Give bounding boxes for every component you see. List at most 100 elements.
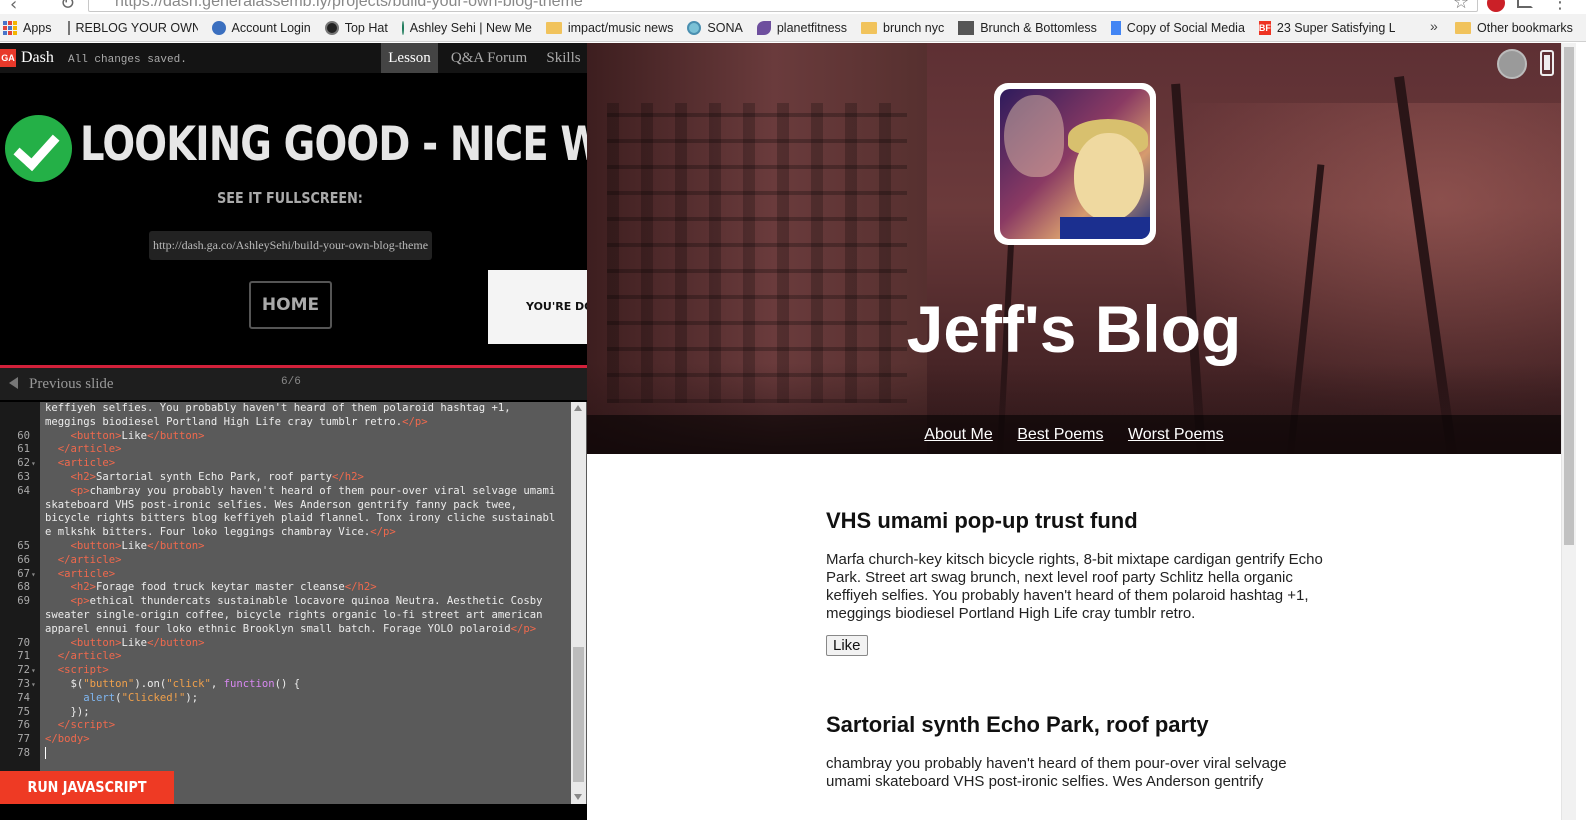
line-number: 75 (17, 705, 30, 718)
code-line[interactable]: 77 </body> (0, 733, 570, 747)
fold-toggle-icon[interactable]: ▾ (31, 457, 36, 471)
bookmark-apps[interactable]: Apps (3, 20, 52, 35)
code-content[interactable]: keffiyeh selfies. You probably haven't h… (0, 402, 570, 804)
fold-toggle-icon[interactable]: ▾ (31, 678, 36, 692)
post-body: chambray you probably haven't heard of t… (826, 755, 1287, 790)
code-line[interactable]: skateboard VHS post-ironic selfies. Wes … (0, 499, 570, 513)
tab-lesson[interactable]: Lesson (381, 43, 438, 73)
code-line[interactable]: 60 <button>Like</button> (0, 430, 570, 444)
code-line[interactable]: 67 ▾ <article> (0, 568, 570, 582)
star-icon[interactable]: ☆ (1453, 0, 1469, 13)
blog-post: VHS umami pop-up trust fund Marfa church… (826, 508, 1326, 656)
line-number: 60 (17, 429, 30, 442)
bookmark-buzzfeed[interactable]: BF 23 Super Satisfying Lo (1258, 20, 1395, 35)
code-line[interactable]: 64 <p>chambray you probably haven't hear… (0, 485, 570, 499)
pinterest-icon[interactable] (1487, 0, 1505, 12)
mobile-view-icon[interactable] (1540, 50, 1554, 76)
code-line[interactable]: 65 <button>Like</button> (0, 540, 570, 554)
avatar (1000, 89, 1150, 239)
like-button[interactable]: Like (826, 635, 868, 656)
code-line[interactable]: 71 </article> (0, 650, 570, 664)
footer-strip (0, 804, 587, 820)
code-line[interactable]: 74 alert("Clicked!"); (0, 692, 570, 706)
refresh-icon[interactable]: ↻ (60, 0, 75, 14)
bookmark-account-login[interactable]: Account Login (211, 20, 311, 35)
code-line[interactable]: keffiyeh selfies. You probably haven't h… (0, 402, 570, 416)
line-number: 71 (17, 650, 30, 663)
bookmark-planetfitness[interactable]: planetfitness (756, 20, 847, 35)
code-text: }); (45, 705, 90, 718)
bookmark-label: SONA (707, 20, 743, 35)
bookmark-ashley-sehi[interactable]: Ashley Sehi | New Me (401, 20, 532, 35)
blog-post: Sartorial synth Echo Park, roof party ch… (826, 712, 1326, 791)
code-line[interactable]: 70 <button>Like</button> (0, 637, 570, 651)
code-line[interactable]: bicycle rights bitters blog keffiyeh pla… (0, 512, 570, 526)
code-line[interactable]: 61 </article> (0, 443, 570, 457)
desktop-view-icon[interactable] (1497, 49, 1527, 79)
code-text: </body> (45, 733, 90, 746)
code-line[interactable]: 73 ▾ $("button").on("click", function() { (0, 678, 570, 692)
preview-scrollbar[interactable] (1561, 43, 1576, 820)
preview-pane: Jeff's Blog About Me Best Poems Worst Po… (587, 43, 1586, 820)
code-editor[interactable]: keffiyeh selfies. You probably haven't h… (0, 402, 587, 804)
code-line[interactable]: 62 ▾ <article> (0, 457, 570, 471)
code-line[interactable]: 75 }); (0, 706, 570, 720)
bookmark-impact-music-news[interactable]: impact/music news (545, 21, 673, 35)
bookmark-social-media[interactable]: Copy of Social Media (1110, 20, 1245, 35)
code-line[interactable]: sweater single-origin coffee, bicycle ri… (0, 609, 570, 623)
other-bookmarks[interactable]: Other bookmarks (1455, 14, 1573, 42)
bookmark-label: Brunch & Bottomless (980, 20, 1097, 35)
line-number: 76 (17, 719, 30, 732)
cast-icon[interactable] (1517, 0, 1533, 8)
gdoc-icon (1110, 20, 1121, 35)
fold-toggle-icon[interactable]: ▾ (31, 568, 36, 582)
chevron-left-icon[interactable] (9, 377, 18, 389)
bookmark-label: Apps (23, 20, 52, 35)
editor-scrollbar[interactable] (571, 402, 586, 804)
line-number: 74 (17, 691, 30, 704)
code-line[interactable]: e mlkshk bitters. Four loko leggings cha… (0, 526, 570, 540)
run-javascript-button[interactable]: RUN JAVASCRIPT (0, 771, 174, 804)
url-text[interactable]: https://dash.generalassemb.ly/projects/b… (115, 0, 583, 11)
bookmark-brunch-nyc[interactable]: brunch nyc (861, 21, 944, 35)
code-text: meggings biodiesel Portland High Life cr… (45, 415, 428, 428)
reload-icon[interactable]: ‹ (10, 0, 17, 14)
fullscreen-url-field[interactable]: http://dash.ga.co/AshleySehi/build-your-… (149, 231, 432, 260)
tab-skills[interactable]: Skills (540, 43, 587, 73)
code-line[interactable]: meggings biodiesel Portland High Life cr… (0, 416, 570, 430)
youre-done-button[interactable]: YOU'RE DONE (488, 270, 587, 344)
wordpress-icon (401, 20, 404, 35)
bookmark-top-hat[interactable]: Top Hat (324, 20, 388, 35)
code-line[interactable]: 68 <h2>Forage food truck keytar master c… (0, 581, 570, 595)
home-button[interactable]: HOME (249, 281, 332, 329)
nav-link-best-poems[interactable]: Best Poems (1017, 426, 1103, 443)
code-line[interactable]: 63 <h2>Sartorial synth Echo Park, roof p… (0, 471, 570, 485)
line-number: 72 (17, 664, 30, 677)
ga-logo[interactable]: GA (0, 49, 16, 67)
bookmark-reblog[interactable]: REBLOG YOUR OWN (67, 20, 198, 35)
post-list: VHS umami pop-up trust fund Marfa church… (826, 508, 1326, 803)
slide-nav: Previous slide 6/6 (0, 368, 587, 400)
fold-toggle-icon[interactable]: ▾ (31, 664, 36, 678)
menu-icon[interactable]: ⋮ (1551, 0, 1569, 13)
scroll-down-icon[interactable] (574, 794, 582, 800)
more-bookmarks-chevron[interactable]: » (1430, 18, 1438, 34)
code-line[interactable]: 72 ▾ <script> (0, 664, 570, 678)
code-line[interactable]: 76 </script> (0, 719, 570, 733)
bookmark-sona[interactable]: SONA (687, 20, 743, 35)
code-line[interactable]: 66 </article> (0, 554, 570, 568)
code-line[interactable]: 78 (0, 747, 570, 761)
preview-scroll-thumb[interactable] (1564, 47, 1574, 545)
scroll-up-icon[interactable] (574, 405, 582, 411)
tab-qa-forum[interactable]: Q&A Forum (444, 43, 534, 73)
code-text: <article> (57, 567, 116, 580)
post-title: VHS umami pop-up trust fund (826, 508, 1138, 533)
code-line[interactable]: apparel ennui four loko ethnic Brooklyn … (0, 623, 570, 637)
nav-link-worst-poems[interactable]: Worst Poems (1128, 426, 1224, 443)
nav-link-about-me[interactable]: About Me (924, 426, 992, 443)
bookmark-brunch-bottomless[interactable]: Brunch & Bottomless (958, 20, 1097, 35)
code-line[interactable]: 69 <p>ethical thundercats sustainable lo… (0, 595, 570, 609)
code-text: keffiyeh selfies. You probably haven't h… (45, 402, 511, 414)
previous-slide-link[interactable]: Previous slide (29, 376, 114, 393)
scroll-thumb[interactable] (573, 647, 584, 782)
